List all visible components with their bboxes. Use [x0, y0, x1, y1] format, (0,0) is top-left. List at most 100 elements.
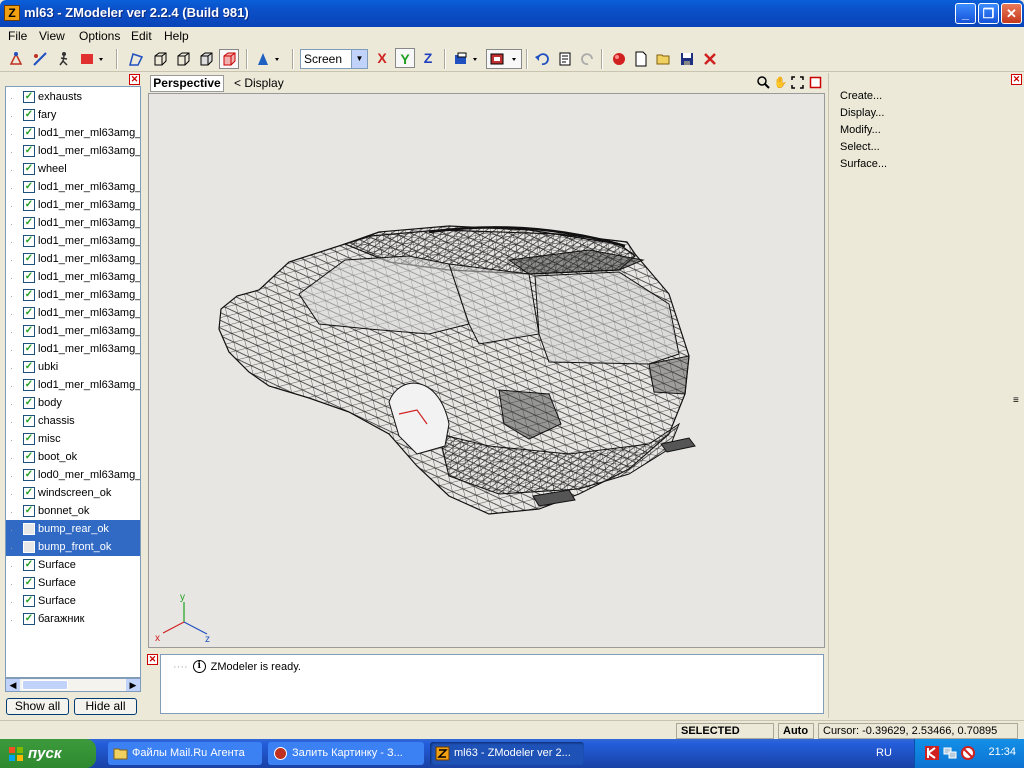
render-mode-dropdown-icon[interactable] — [486, 49, 522, 69]
visibility-checkbox[interactable]: ✓ — [23, 325, 35, 337]
modify-command[interactable]: Modify... — [840, 124, 881, 136]
visibility-checkbox[interactable]: ✓ — [23, 91, 35, 103]
task-upload-picture[interactable]: Залить Картинку - З... — [268, 742, 424, 765]
object-props-dropdown-icon[interactable] — [452, 49, 482, 69]
history-icon[interactable] — [555, 49, 575, 69]
visibility-checkbox[interactable]: ✓ — [23, 181, 35, 193]
visibility-checkbox[interactable]: ✓ — [23, 397, 35, 409]
surface-command[interactable]: Surface... — [840, 158, 887, 170]
maximize-button[interactable]: ❐ — [978, 3, 999, 24]
scroll-right-icon[interactable]: ▶ — [126, 679, 140, 691]
visibility-checkbox[interactable]: ✓ — [23, 109, 35, 121]
menu-file[interactable]: File — [8, 29, 27, 43]
visibility-checkbox[interactable]: ✓ — [23, 253, 35, 265]
maximize-viewport-icon[interactable] — [808, 76, 823, 91]
tree-item[interactable]: · ✓ misc — [6, 430, 140, 448]
visibility-checkbox[interactable] — [23, 523, 35, 535]
tree-item[interactable]: · ✓ lod1_mer_ml63amg_( — [6, 322, 140, 340]
visibility-checkbox[interactable] — [23, 541, 35, 553]
tree-item[interactable]: · ✓ Surface — [6, 556, 140, 574]
undo-icon[interactable] — [532, 49, 552, 69]
visibility-checkbox[interactable]: ✓ — [23, 451, 35, 463]
visibility-checkbox[interactable]: ✓ — [23, 127, 35, 139]
visibility-checkbox[interactable]: ✓ — [23, 379, 35, 391]
horizontal-scrollbar[interactable]: ◀ ▶ — [5, 678, 141, 692]
visibility-checkbox[interactable]: ✓ — [23, 163, 35, 175]
visibility-checkbox[interactable]: ✓ — [23, 343, 35, 355]
select-edge-icon[interactable] — [30, 49, 50, 69]
task-zmodeler[interactable]: ml63 - ZModeler ver 2... — [430, 742, 584, 765]
cube-wire-icon[interactable] — [196, 49, 216, 69]
axis-z-button[interactable]: Z — [418, 48, 438, 68]
tree-item[interactable]: · ✓ lod1_mer_ml63amg_( — [6, 178, 140, 196]
scroll-thumb[interactable] — [22, 680, 68, 690]
tree-item[interactable]: · ✓ ubki — [6, 358, 140, 376]
task-mailru-agent[interactable]: Файлы Mail.Ru Агента — [108, 742, 262, 765]
tree-item[interactable]: · ✓ body — [6, 394, 140, 412]
tree-item[interactable]: · ✓ lod1_mer_ml63amg_( — [6, 376, 140, 394]
tree-item[interactable]: · ✓ багажник — [6, 610, 140, 628]
tree-item[interactable]: · ✓ Surface — [6, 574, 140, 592]
tree-item[interactable]: · ✓ lod1_mer_ml63amg_( — [6, 340, 140, 358]
car-wireframe-model[interactable]: y x z — [149, 94, 825, 648]
tree-item[interactable]: · ✓ boot_ok — [6, 448, 140, 466]
cube-front-icon[interactable] — [150, 49, 170, 69]
visibility-checkbox[interactable]: ✓ — [23, 307, 35, 319]
visibility-checkbox[interactable]: ✓ — [23, 199, 35, 211]
hide-all-button[interactable]: Hide all — [74, 698, 137, 715]
tree-item[interactable]: · ✓ lod1_mer_ml63amg_( — [6, 304, 140, 322]
tree-item[interactable]: · ✓ lod1_mer_ml63amg_( — [6, 124, 140, 142]
visibility-checkbox[interactable]: ✓ — [23, 415, 35, 427]
visibility-checkbox[interactable]: ✓ — [23, 145, 35, 157]
axis-x-button[interactable]: X — [372, 48, 392, 68]
tree-item[interactable]: · ✓ lod1_mer_ml63amg_( — [6, 286, 140, 304]
auto-indicator[interactable]: Auto — [778, 723, 814, 739]
show-all-button[interactable]: Show all — [6, 698, 69, 715]
tree-item[interactable]: · ✓ windscreen_ok — [6, 484, 140, 502]
cone-dropdown-icon[interactable] — [254, 49, 284, 69]
select-mode-dropdown-icon[interactable] — [78, 49, 108, 69]
select-command[interactable]: Select... — [840, 141, 880, 153]
fit-view-icon[interactable] — [790, 76, 805, 91]
tree-item[interactable]: · ✓ lod0_mer_ml63amg_( — [6, 466, 140, 484]
visibility-checkbox[interactable]: ✓ — [23, 289, 35, 301]
selection-mode-indicator[interactable]: SELECTED MODE — [676, 723, 774, 751]
tree-item[interactable]: · ✓ lod1_mer_ml63amg_( — [6, 268, 140, 286]
panel-resize-grip-icon[interactable]: ≡ — [1013, 395, 1019, 406]
menu-view[interactable]: View — [39, 29, 65, 43]
tree-item[interactable]: · ✓ lod1_mer_ml63amg_( — [6, 142, 140, 160]
blocked-icon[interactable] — [961, 746, 975, 760]
axis-y-button[interactable]: Y — [395, 48, 415, 68]
kaspersky-icon[interactable] — [925, 746, 939, 760]
menu-options[interactable]: Options — [79, 29, 120, 43]
visibility-checkbox[interactable]: ✓ — [23, 469, 35, 481]
tree-item[interactable]: · ✓ chassis — [6, 412, 140, 430]
new-file-icon[interactable] — [631, 49, 651, 69]
run-figure-icon[interactable] — [54, 49, 74, 69]
visibility-checkbox[interactable]: ✓ — [23, 487, 35, 499]
tree-item[interactable]: · ✓ lod1_mer_ml63amg_( — [6, 232, 140, 250]
zoom-icon[interactable] — [756, 76, 771, 91]
visibility-checkbox[interactable]: ✓ — [23, 577, 35, 589]
view-space-select[interactable]: Screen ▼ — [300, 49, 368, 69]
visibility-checkbox[interactable]: ✓ — [23, 505, 35, 517]
close-icon[interactable]: ✕ — [147, 654, 158, 665]
close-icon[interactable]: ✕ — [129, 74, 140, 85]
tree-item[interactable]: · ✓ Surface — [6, 592, 140, 610]
pan-hand-icon[interactable]: ✋ — [773, 76, 788, 91]
visibility-checkbox[interactable]: ✓ — [23, 235, 35, 247]
tree-item[interactable]: · ✓ fary — [6, 106, 140, 124]
create-command[interactable]: Create... — [840, 90, 882, 102]
tree-item[interactable]: · ✓ exhausts — [6, 88, 140, 106]
cube-solid-icon[interactable] — [219, 49, 239, 69]
minimize-button[interactable]: _ — [955, 3, 976, 24]
zmodeler-app-icon[interactable]: Z — [4, 5, 20, 21]
object-tree[interactable]: · ✓ exhausts · ✓ fary · ✓ lod1_mer_ml63amg_(· ✓ lo… — [5, 86, 141, 678]
visibility-checkbox[interactable]: ✓ — [23, 271, 35, 283]
open-folder-icon[interactable] — [654, 49, 674, 69]
poly-tool-icon[interactable] — [126, 49, 146, 69]
chevron-down-icon[interactable]: ▼ — [351, 50, 367, 68]
cube-side-icon[interactable] — [173, 49, 193, 69]
tree-item[interactable]: · bump_rear_ok — [6, 520, 140, 538]
visibility-checkbox[interactable]: ✓ — [23, 433, 35, 445]
